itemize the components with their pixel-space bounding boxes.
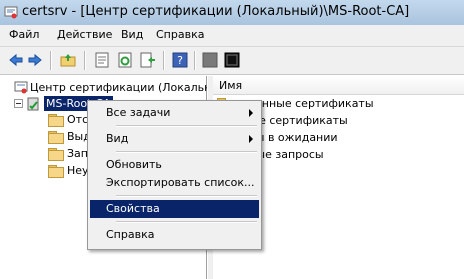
context-menu-refresh[interactable]: Обновить: [90, 156, 259, 174]
context-menu-label: Вид: [106, 132, 129, 145]
back-icon[interactable]: [8, 52, 24, 68]
column-header-label: Имя: [219, 79, 243, 92]
menu-help[interactable]: Справка: [156, 28, 204, 41]
menu-bar: Файл Действие Вид Справка: [0, 25, 464, 47]
toolbar: ?: [0, 47, 464, 75]
export-icon[interactable]: [140, 52, 156, 68]
menu-separator: [116, 125, 257, 127]
submenu-arrow-icon: [249, 135, 253, 143]
help-icon[interactable]: ?: [172, 52, 188, 68]
folder-icon: [48, 165, 64, 178]
context-menu-label: Обновить: [106, 158, 162, 171]
menu-view[interactable]: Вид: [121, 28, 143, 41]
context-menu-label: Все задачи: [106, 106, 171, 119]
context-menu-export-list[interactable]: Экспортировать список...: [90, 174, 259, 192]
properties-icon[interactable]: [94, 52, 110, 68]
toolbar-separator: [50, 51, 52, 70]
column-header-name[interactable]: Имя: [213, 76, 464, 95]
context-menu-all-tasks[interactable]: Все задачи: [90, 104, 259, 122]
toolbar-separator: [194, 51, 196, 70]
context-menu-label: Свойства: [106, 202, 160, 215]
menu-action[interactable]: Действие: [57, 28, 112, 41]
context-menu: Все задачи Вид Обновить Экспортировать с…: [87, 100, 262, 250]
submenu-arrow-icon: [249, 109, 253, 117]
menu-separator: [116, 151, 257, 153]
folder-icon: [48, 131, 64, 144]
forward-icon[interactable]: [27, 52, 43, 68]
refresh-icon[interactable]: [117, 52, 133, 68]
menu-file[interactable]: Файл: [9, 28, 39, 41]
svg-text:?: ?: [177, 54, 183, 67]
context-menu-label: Справка: [106, 228, 155, 241]
toolbar-separator: [163, 51, 165, 70]
context-menu-view[interactable]: Вид: [90, 130, 259, 148]
collapse-toggle-icon[interactable]: [14, 99, 23, 108]
menu-separator: [116, 221, 257, 223]
certificate-authority-icon: [14, 81, 28, 94]
tree-root-label: Центр сертификации (Локальный): [30, 81, 232, 94]
context-menu-help[interactable]: Справка: [90, 226, 259, 244]
folder-icon: [48, 148, 64, 161]
context-menu-label: Экспортировать список...: [106, 176, 255, 189]
menu-separator: [116, 195, 257, 197]
context-menu-properties[interactable]: Свойства: [90, 200, 259, 218]
toolbar-separator: [84, 51, 86, 70]
window-title: certsrv - [Центр сертификации (Локальный…: [22, 4, 410, 19]
certsrv-app-icon: [4, 6, 18, 19]
ca-server-icon: [27, 97, 39, 111]
stop-service-icon[interactable]: [202, 52, 218, 68]
tree-folder-label: Отс: [67, 113, 89, 126]
title-bar: certsrv - [Центр сертификации (Локальный…: [0, 0, 464, 25]
folder-icon: [48, 114, 64, 127]
up-folder-icon[interactable]: [60, 52, 76, 68]
start-service-icon[interactable]: [224, 52, 240, 68]
